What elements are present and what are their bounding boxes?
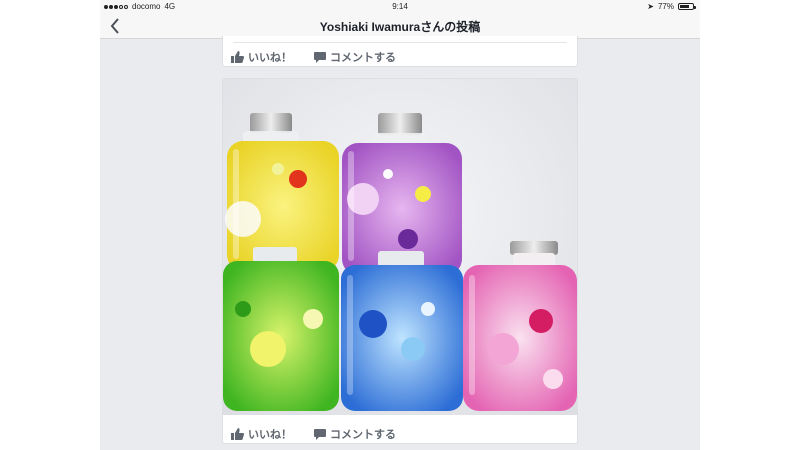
comment-label: コメントする <box>330 52 396 64</box>
comment-icon <box>314 428 326 440</box>
post-card-photo: いいね！ コメントする <box>222 78 578 444</box>
thumbs-up-icon <box>231 51 244 63</box>
right-margin <box>700 0 800 450</box>
like-label: いいね！ <box>248 429 292 441</box>
status-bar: docomo 4G 9:14 ➤ 77% <box>100 0 700 13</box>
like-button[interactable]: いいね！ <box>231 423 292 445</box>
location-arrow-icon: ➤ <box>647 2 654 11</box>
post-actions: いいね！ コメントする <box>223 423 577 445</box>
battery-icon <box>678 3 696 10</box>
comment-icon <box>314 51 326 63</box>
post-card-previous: いいね！ コメントする <box>222 36 578 67</box>
comment-button[interactable]: コメントする <box>314 46 396 68</box>
page-title: Yoshiaki Iwamuraさんの投稿 <box>319 20 481 34</box>
thumbs-up-icon <box>231 428 244 440</box>
status-time: 9:14 <box>392 2 408 11</box>
comment-button[interactable]: コメントする <box>314 423 396 445</box>
comment-label: コメントする <box>330 429 396 441</box>
status-right: ➤ 77% <box>647 2 696 11</box>
herbarium-bottles-photo <box>223 79 577 415</box>
divider <box>233 42 567 43</box>
post-actions: いいね！ コメントする <box>223 46 577 68</box>
like-label: いいね！ <box>248 52 292 64</box>
left-margin <box>0 0 100 450</box>
battery-percent: 77% <box>657 2 674 11</box>
like-button[interactable]: いいね！ <box>231 46 292 68</box>
post-photo[interactable] <box>223 79 577 415</box>
app-screen: docomo 4G 9:14 ➤ 77% Yoshiaki Iwamuraさんの… <box>100 0 700 450</box>
